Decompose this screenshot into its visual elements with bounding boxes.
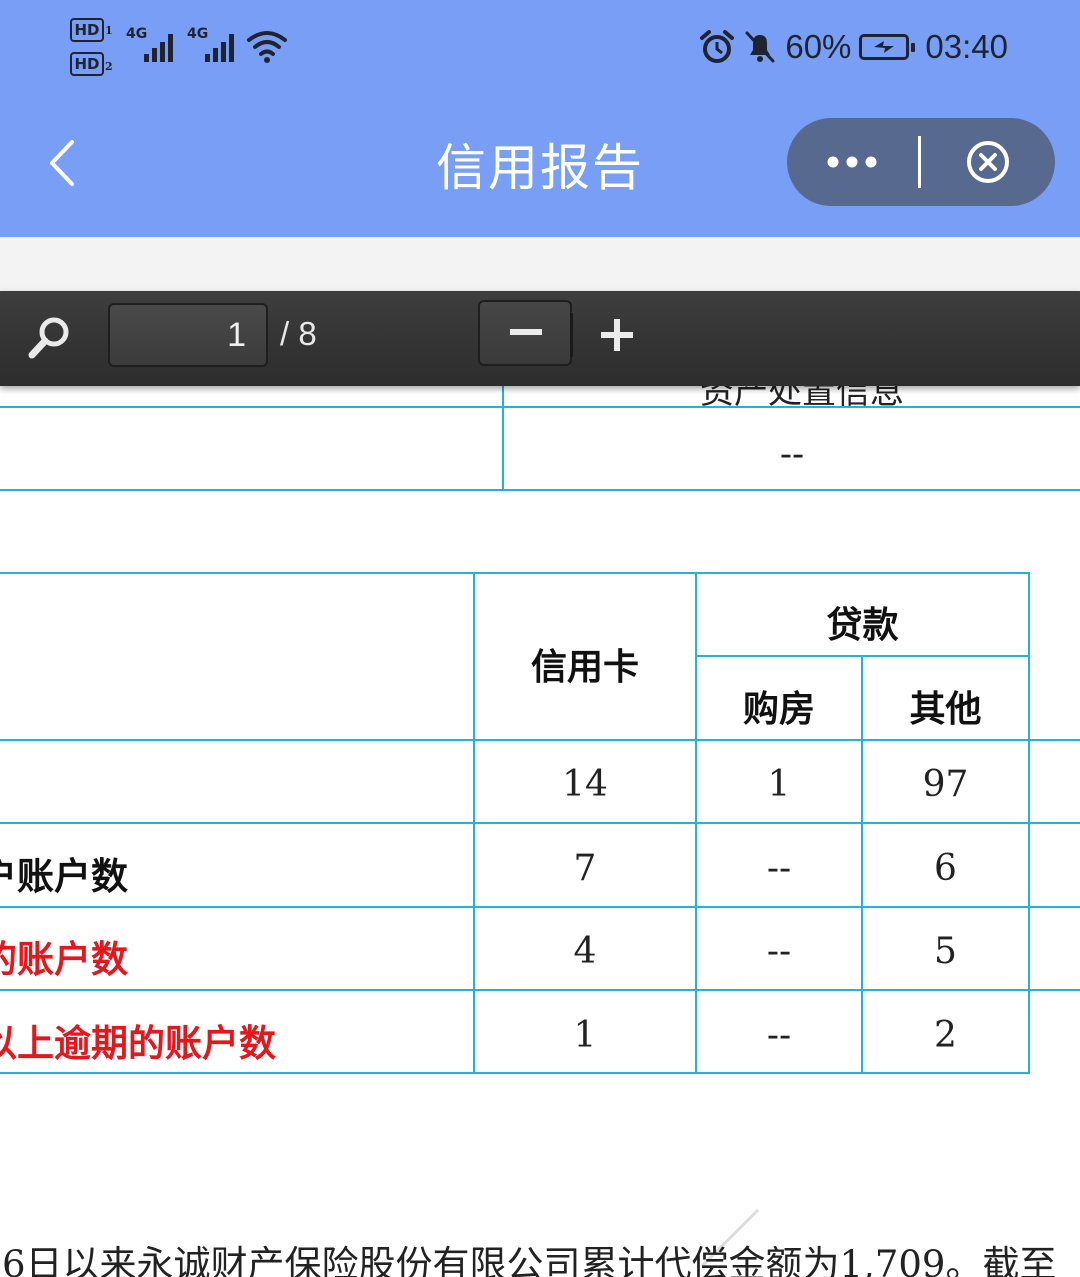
row-label-red: 以上逾期的账户数	[0, 1022, 276, 1065]
signal-icon: 4G	[187, 26, 239, 66]
zoom-divider	[570, 313, 573, 357]
row-label: 户账户数	[0, 855, 128, 898]
hd-badge-2: HD	[70, 52, 104, 76]
table-line	[0, 489, 1080, 491]
table-line	[0, 989, 1080, 991]
plus-icon	[601, 319, 633, 351]
table-line	[0, 739, 1080, 741]
battery-charging-icon	[859, 34, 916, 60]
table-line	[0, 822, 1080, 824]
header-loan: 贷款	[826, 605, 899, 646]
table-line	[1028, 572, 1030, 1074]
mini-program-capsule	[787, 118, 1055, 206]
capsule-divider	[918, 136, 921, 188]
search-icon	[28, 317, 69, 359]
clock: 03:40	[925, 28, 1008, 65]
header-credit-card: 信用卡	[530, 647, 639, 688]
mute-bell-icon	[745, 31, 775, 63]
header-housing: 购房	[742, 689, 815, 730]
table-cell: 7	[573, 848, 597, 889]
zoom-out-button[interactable]	[478, 300, 572, 366]
alarm-icon	[700, 30, 735, 63]
network-type-1: 4G	[126, 26, 148, 42]
row-label-red: 的账户数	[0, 938, 128, 981]
hd-badge-1: HD	[70, 18, 104, 42]
table-cell: 14	[562, 764, 608, 805]
table-cell: 5	[934, 931, 957, 972]
table-cell: 1	[767, 764, 791, 805]
page-number-input[interactable]: 1	[108, 303, 268, 367]
zoom-in-button[interactable]	[584, 300, 650, 366]
more-button[interactable]	[787, 118, 919, 206]
table-cell: --	[766, 848, 792, 889]
table-cell: --	[766, 931, 792, 972]
minus-icon	[510, 329, 542, 335]
status-right-group: 60% 03:40	[699, 24, 1008, 70]
status-bar: HD 1 HD 2 4G 4G 60% 03:40	[0, 0, 1080, 95]
sim1-number: 1	[105, 24, 113, 37]
close-button[interactable]	[922, 118, 1055, 206]
table-cell: 4	[573, 931, 597, 972]
table-line	[0, 406, 1080, 408]
wifi-icon	[247, 31, 287, 63]
close-circle-icon	[967, 141, 1009, 183]
table-cell: 1	[573, 1015, 597, 1056]
table-line	[0, 572, 1030, 574]
more-dots-icon	[827, 156, 877, 168]
sim-indicator: HD 1 HD 2	[70, 18, 120, 78]
table-cell: --	[766, 1015, 792, 1056]
table-cell: 6	[934, 848, 957, 889]
pdf-toolbar: 1 / 8	[0, 291, 1080, 386]
header-other: 其他	[909, 689, 982, 730]
page-total: / 8	[280, 315, 317, 352]
toolbar-spacer	[0, 237, 1080, 291]
sim2-number: 2	[105, 60, 113, 73]
asset-disposal-value: --	[779, 434, 805, 475]
table-cell: 97	[922, 764, 969, 805]
app-header-area: HD 1 HD 2 4G 4G 60% 03:40 信用报告	[0, 0, 1080, 237]
search-button[interactable]	[24, 311, 76, 363]
pdf-page-content: 资产处置信息 -- 信用卡 贷款 购房 其他 14 1 97 户账户数 7 --…	[0, 386, 1080, 1277]
table-line	[0, 906, 1080, 908]
signal-icon: 4G	[126, 26, 178, 66]
battery-percent: 60%	[785, 28, 852, 65]
table-line	[0, 1072, 1030, 1074]
cut-off-heading: 资产处置信息	[700, 386, 904, 412]
table-cell: 2	[934, 1015, 957, 1056]
network-type-2: 4G	[187, 26, 209, 42]
body-paragraph: 6日以来永诚财产保险股份有限公司累计代偿金额为1,709。截至	[2, 1243, 1057, 1277]
